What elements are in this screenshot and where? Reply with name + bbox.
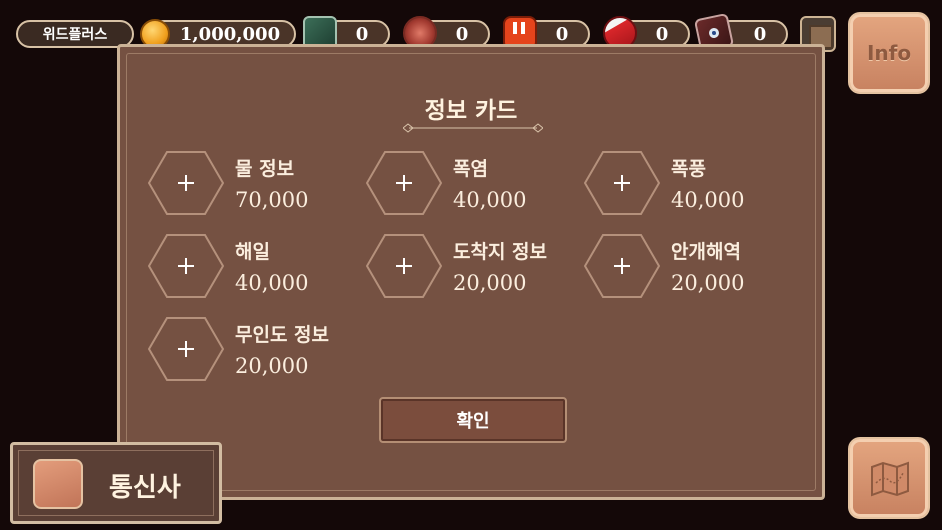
- card-price: 70,000: [235, 188, 309, 212]
- gold-amount: 1,000,000: [179, 23, 281, 45]
- add-card-hex-button[interactable]: [148, 316, 224, 382]
- confirm-button-label: 확인: [456, 411, 490, 432]
- comm-thumbnail: [33, 459, 83, 509]
- info-card-fog-sea[interactable]: 안개해역 20,000: [584, 233, 794, 303]
- card-price: 40,000: [235, 271, 309, 295]
- add-card-hex-button[interactable]: [148, 233, 224, 299]
- panel-title: 정보 카드: [424, 98, 518, 124]
- card-price: 20,000: [453, 271, 527, 295]
- card-price: 20,000: [235, 354, 309, 378]
- player-name-badge: 위드플러스: [16, 20, 134, 48]
- comm-button[interactable]: 통신사: [10, 442, 222, 524]
- info-card-tsunami[interactable]: 해일 40,000: [148, 233, 358, 303]
- card-name: 물 정보: [235, 158, 295, 180]
- card-name: 폭풍: [671, 158, 706, 180]
- player-name: 위드플러스: [42, 27, 108, 43]
- resource-count: 0: [753, 23, 767, 45]
- card-price: 20,000: [671, 271, 745, 295]
- resource-count: 0: [655, 23, 669, 45]
- resource-count: 0: [555, 23, 569, 45]
- map-button[interactable]: [848, 437, 930, 519]
- info-button[interactable]: Info: [848, 12, 930, 94]
- card-name: 안개해역: [671, 241, 741, 263]
- add-card-hex-button[interactable]: [366, 150, 442, 216]
- info-card-water[interactable]: 물 정보 70,000: [148, 150, 358, 220]
- add-card-hex-button[interactable]: [584, 150, 660, 216]
- map-icon: [871, 461, 909, 497]
- info-card-heatwave[interactable]: 폭염 40,000: [366, 150, 576, 220]
- add-card-hex-button[interactable]: [366, 233, 442, 299]
- info-card-destination[interactable]: 도착지 정보 20,000: [366, 233, 576, 303]
- card-name: 무인도 정보: [235, 324, 330, 346]
- confirm-button[interactable]: 확인: [379, 397, 567, 443]
- info-card-island[interactable]: 무인도 정보 20,000: [148, 316, 358, 386]
- add-card-hex-button[interactable]: [148, 150, 224, 216]
- card-name: 해일: [235, 241, 270, 263]
- info-card-panel: 정보 카드 물 정보 70,000 폭염 40,000 폭풍 40,000 해일…: [117, 44, 825, 500]
- card-price: 40,000: [453, 188, 527, 212]
- card-name: 폭염: [453, 158, 488, 180]
- info-card-storm[interactable]: 폭풍 40,000: [584, 150, 794, 220]
- add-card-hex-button[interactable]: [584, 233, 660, 299]
- card-name: 도착지 정보: [453, 241, 548, 263]
- title-divider: [403, 123, 543, 133]
- resource-count: 0: [455, 23, 469, 45]
- resource-count: 0: [355, 23, 369, 45]
- info-button-label: Info: [866, 41, 912, 65]
- comm-button-label: 통신사: [109, 473, 181, 503]
- card-price: 40,000: [671, 188, 745, 212]
